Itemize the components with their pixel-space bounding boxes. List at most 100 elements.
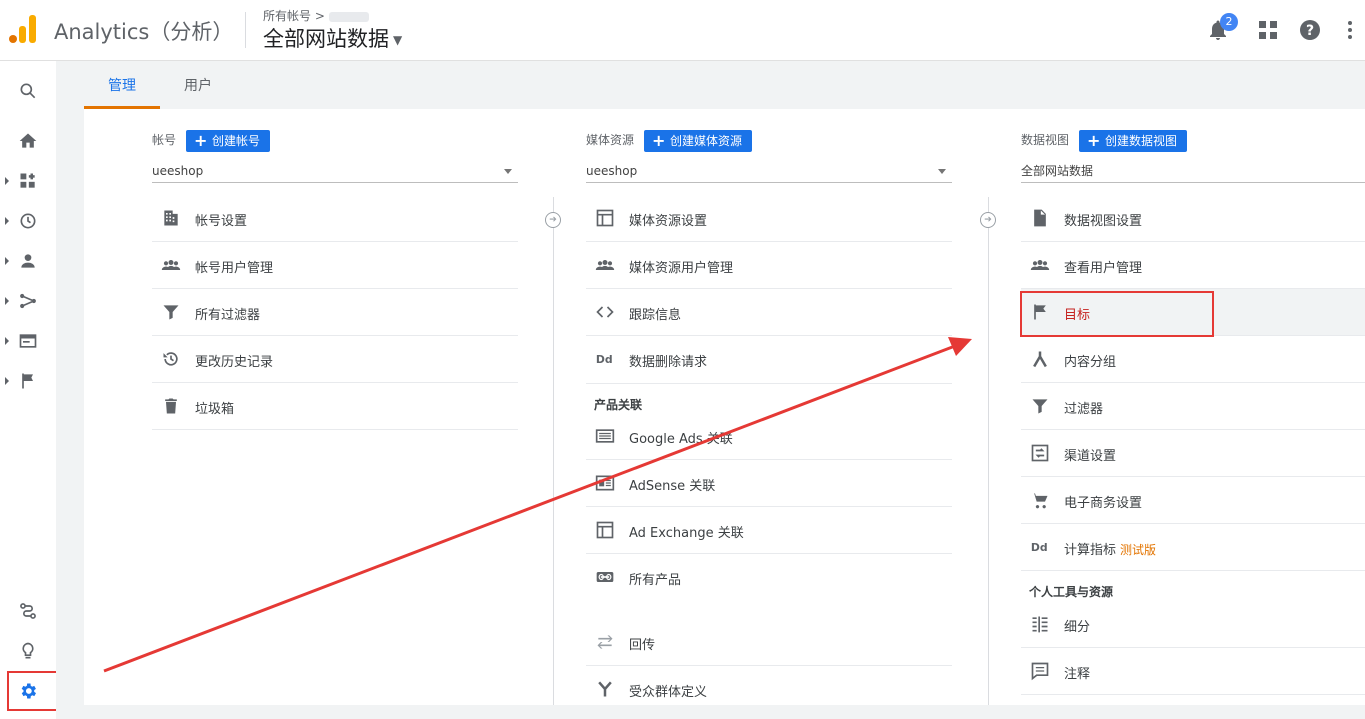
expand-arrow-icon[interactable] xyxy=(5,217,9,225)
create-view-button[interactable]: + 创建数据视图 xyxy=(1079,130,1188,152)
more-vert-icon[interactable] xyxy=(1338,18,1362,42)
document-icon xyxy=(1034,209,1046,227)
expand-arrow-icon[interactable] xyxy=(5,177,9,185)
breadcrumb[interactable]: 所有帐号 > xyxy=(263,7,369,24)
menu-item-label: 电子商务设置 xyxy=(1064,496,1143,511)
menu-item-label: 帐号设置 xyxy=(195,214,248,229)
help-icon[interactable]: ? xyxy=(1298,18,1322,42)
people-icon xyxy=(161,260,181,270)
plus-icon: + xyxy=(194,131,208,150)
menu-item-label: 查看用户管理 xyxy=(1064,261,1143,276)
comment-icon xyxy=(1031,662,1049,681)
menu-item-label: 数据视图设置 xyxy=(1064,214,1143,229)
property-column-label: 媒体资源 xyxy=(586,133,635,147)
adsense-icon xyxy=(595,475,615,491)
dropdown-arrow-icon xyxy=(938,169,946,174)
account-select-value: ueeshop xyxy=(152,164,204,178)
menu-item-label: 帐号用户管理 xyxy=(195,261,274,276)
menu-item-change-history[interactable]: 更改历史记录 xyxy=(152,336,518,383)
menu-item-trash[interactable]: 垃圾箱 xyxy=(152,383,518,430)
view-select[interactable]: 全部网站数据 xyxy=(1021,161,1365,183)
property-column: 媒体资源 + 创建媒体资源 ueeshop 媒体资源设置 媒体资源用户管理 跟踪信… xyxy=(586,109,956,705)
property-window-icon xyxy=(596,209,614,227)
filter-icon xyxy=(163,305,179,320)
dropdown-arrow-icon xyxy=(504,169,512,174)
menu-item-label: 垃圾箱 xyxy=(195,402,235,417)
attribution-icon[interactable] xyxy=(18,601,38,621)
beta-badge: 测试版 xyxy=(1120,543,1157,557)
plus-icon: + xyxy=(1087,131,1101,150)
menu-item-filters[interactable]: 过滤器 xyxy=(1021,383,1365,430)
expand-arrow-icon[interactable] xyxy=(5,257,9,265)
code-brackets-icon xyxy=(596,306,614,318)
menu-item-ad-exchange-linking[interactable]: Ad Exchange 关联 xyxy=(586,507,952,554)
expand-arrow-icon[interactable] xyxy=(5,337,9,345)
menu-item-label: 跟踪信息 xyxy=(629,308,682,323)
apps-grid-icon[interactable] xyxy=(1256,18,1280,42)
menu-item-annotations[interactable]: 注释 xyxy=(1021,648,1365,695)
menu-item-view-settings[interactable]: 数据视图设置 xyxy=(1021,195,1365,242)
svg-text:Dd: Dd xyxy=(596,353,613,366)
menu-item-all-filters[interactable]: 所有过滤器 xyxy=(152,289,518,336)
acquisition-icon[interactable] xyxy=(18,291,38,311)
audience-person-icon[interactable] xyxy=(18,251,38,271)
channel-settings-icon xyxy=(1031,444,1049,462)
admin-tabs: 管理 用户 xyxy=(56,61,1365,109)
menu-item-postbacks[interactable]: 回传 xyxy=(586,619,952,666)
customization-icon[interactable] xyxy=(18,171,38,191)
tab-admin[interactable]: 管理 xyxy=(108,75,136,95)
home-icon[interactable] xyxy=(18,131,38,151)
dd-icon: Dd xyxy=(596,353,613,366)
menu-item-account-user-management[interactable]: 帐号用户管理 xyxy=(152,242,518,289)
analytics-logo[interactable] xyxy=(9,15,37,43)
search-icon[interactable] xyxy=(18,81,38,101)
breadcrumb-label: 所有帐号 > xyxy=(263,9,325,23)
menu-item-view-user-management[interactable]: 查看用户管理 xyxy=(1021,242,1365,289)
menu-item-property-user-management[interactable]: 媒体资源用户管理 xyxy=(586,242,952,289)
arrow-right-circle-icon: ➔ xyxy=(545,212,561,228)
create-account-label: 创建帐号 xyxy=(212,134,261,148)
expand-arrow-icon[interactable] xyxy=(5,377,9,385)
realtime-clock-icon[interactable] xyxy=(18,211,38,231)
menu-item-property-settings[interactable]: 媒体资源设置 xyxy=(586,195,952,242)
main-content: 管理 用户 帐号 + 创建帐号 ueeshop 帐号设置 帐号用户管理 所有过滤器 xyxy=(56,61,1365,719)
menu-item-google-ads-linking[interactable]: Google Ads 关联 xyxy=(586,413,952,460)
menu-item-content-grouping[interactable]: 内容分组 xyxy=(1021,336,1365,383)
menu-item-label: 回传 xyxy=(629,638,656,653)
conversions-flag-icon[interactable] xyxy=(18,371,38,391)
tab-user[interactable]: 用户 xyxy=(184,75,212,95)
menu-item-audience-definitions[interactable]: 受众群体定义 xyxy=(586,666,952,713)
header-divider xyxy=(245,12,246,48)
personal-tools-section-title: 个人工具与资源 xyxy=(1029,585,1114,599)
menu-item-all-products[interactable]: 所有产品 xyxy=(586,554,952,601)
account-column-label: 帐号 xyxy=(152,133,177,147)
expand-arrow-icon[interactable] xyxy=(5,297,9,305)
menu-item-channel-settings[interactable]: 渠道设置 xyxy=(1021,430,1365,477)
menu-item-segments[interactable]: 细分 xyxy=(1021,601,1365,648)
building-icon xyxy=(164,210,178,226)
dd-icon: Dd xyxy=(1031,541,1048,554)
discover-lightbulb-icon[interactable] xyxy=(18,641,38,661)
property-select[interactable]: ueeshop xyxy=(586,161,952,183)
menu-item-account-settings[interactable]: 帐号设置 xyxy=(152,195,518,242)
admin-gear-icon[interactable] xyxy=(18,681,38,701)
account-select[interactable]: ueeshop xyxy=(152,161,518,183)
view-selector[interactable]: 全部网站数据 ▼ xyxy=(263,23,402,53)
view-select-value: 全部网站数据 xyxy=(1021,164,1094,178)
create-property-button[interactable]: + 创建媒体资源 xyxy=(644,130,753,152)
menu-item-label: 过滤器 xyxy=(1064,402,1104,417)
behavior-icon[interactable] xyxy=(18,331,38,351)
menu-item-label: 数据删除请求 xyxy=(629,355,708,370)
menu-item-calculated-metrics[interactable]: Dd 计算指标 测试版 xyxy=(1021,524,1365,571)
menu-item-label: 计算指标 xyxy=(1064,543,1117,558)
menu-item-tracking-info[interactable]: 跟踪信息 xyxy=(586,289,952,336)
view-menu: 数据视图设置 查看用户管理 目标 内容分组 过滤器 渠道设置 电子商务设置 Dd… xyxy=(1021,195,1365,695)
audience-fork-icon xyxy=(598,681,612,697)
menu-item-data-deletion[interactable]: Dd 数据删除请求 xyxy=(586,336,952,383)
create-view-label: 创建数据视图 xyxy=(1105,134,1178,148)
create-account-button[interactable]: + 创建帐号 xyxy=(186,130,271,152)
view-title: 全部网站数据 xyxy=(263,27,389,51)
menu-item-ecommerce-settings[interactable]: 电子商务设置 xyxy=(1021,477,1365,524)
menu-item-adsense-linking[interactable]: AdSense 关联 xyxy=(586,460,952,507)
top-header: Analytics（分析） 所有帐号 > 全部网站数据 ▼ 2 ? xyxy=(0,0,1365,61)
